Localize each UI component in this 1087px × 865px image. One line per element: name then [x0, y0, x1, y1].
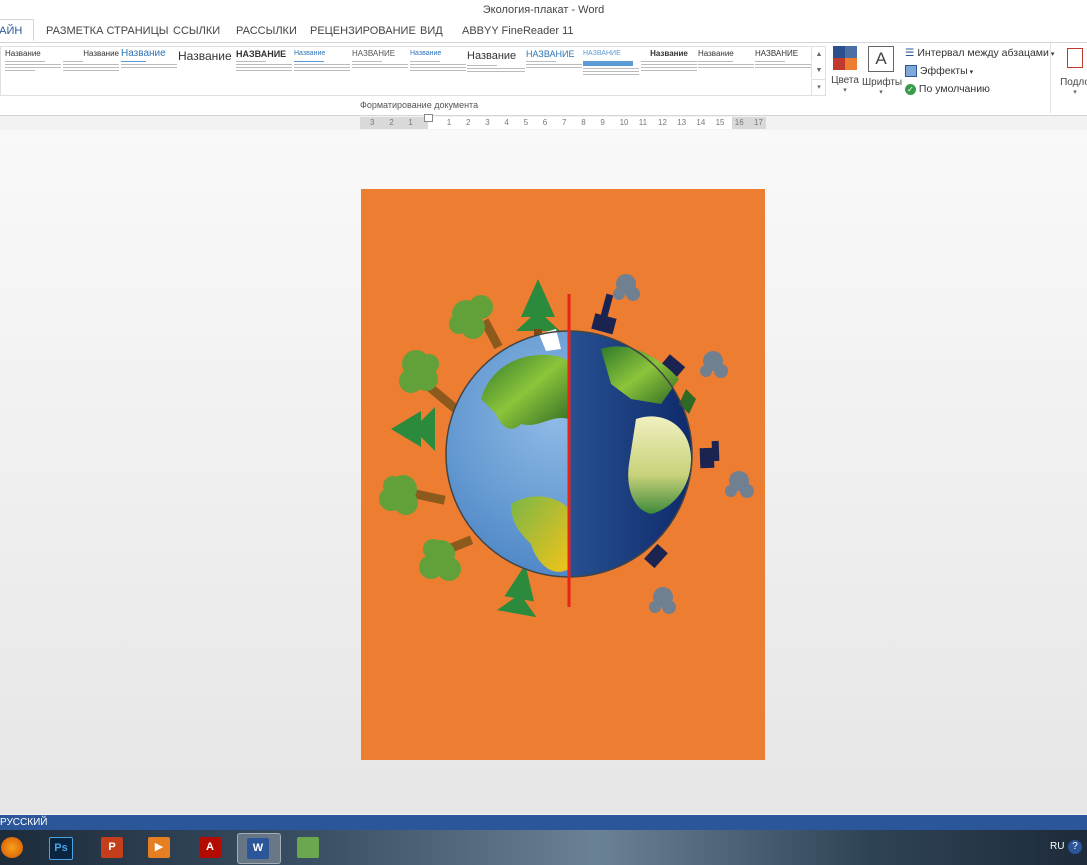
media-player-icon: ▶: [148, 837, 170, 858]
horizontal-ruler[interactable]: 3 2 1 1 2 3 4 5 6 7 8 9 10 11 12 13 14 15 16 17: [360, 114, 766, 129]
colors-icon: [833, 46, 857, 70]
style-option[interactable]: Название: [121, 49, 177, 93]
globe: [445, 329, 696, 578]
ruler-tick-label: 16: [734, 118, 744, 127]
ruler-tick-label: 3: [485, 118, 490, 127]
taskbar-media-player[interactable]: ▶: [139, 833, 181, 862]
gallery-scroll-down-icon[interactable]: ▼: [811, 63, 826, 78]
style-option[interactable]: Название: [467, 49, 525, 93]
ruler-tick-label: 7: [562, 118, 567, 127]
ruler-tick-label: 8: [581, 118, 586, 127]
taskbar-drawing-app[interactable]: [288, 833, 330, 862]
tab-view[interactable]: ВИД: [420, 20, 443, 42]
group-label: Форматирование документа: [360, 100, 479, 110]
ruler-tick-label: 1: [446, 118, 452, 127]
page-color-button[interactable]: Подло ▾: [1055, 45, 1087, 101]
style-option[interactable]: НАЗВАНИЕ: [583, 49, 639, 93]
ruler-tick-label: 12: [658, 118, 667, 127]
style-option[interactable]: Название: [5, 49, 61, 93]
effects-icon: [905, 65, 917, 78]
help-icon[interactable]: ?: [1068, 840, 1082, 854]
ecology-poster-illustration: [379, 274, 754, 618]
ruler-tick-label: 2: [466, 118, 471, 127]
taskbar-word[interactable]: W: [237, 833, 281, 864]
window-title: Экология-плакат - Word: [0, 0, 1087, 20]
word-icon: W: [247, 838, 269, 859]
indent-marker-icon[interactable]: [424, 114, 433, 122]
ruler-tick-label: 4: [504, 118, 509, 127]
style-option[interactable]: НАЗВАНИЕ: [352, 49, 408, 93]
ruler-tick-label: 13: [677, 118, 687, 127]
ruler-tick-label: 6: [542, 118, 548, 127]
ribbon-separator: [1050, 43, 1051, 113]
fonts-icon: A: [868, 46, 894, 72]
style-option[interactable]: НАЗВАНИЕ: [236, 49, 292, 93]
windows-taskbar: Ps P ▶ A W RU ?: [0, 830, 1087, 865]
tab-references[interactable]: ССЫЛКИ: [173, 20, 220, 42]
fonts-button[interactable]: A Шрифты ▾: [862, 45, 902, 101]
ribbon-tabs: ФАЙН РАЗМЕТКА СТРАНИЦЫ ССЫЛКИ РАССЫЛКИ Р…: [0, 19, 1087, 42]
tab-abbyy[interactable]: ABBYY FineReader 11: [462, 20, 574, 42]
style-gallery: Название Название Название Название НАЗВ…: [0, 46, 826, 96]
style-option[interactable]: Название: [410, 49, 466, 93]
ruler-tick-label: 5: [523, 118, 529, 127]
ruler-tick-label: 17: [754, 118, 763, 127]
taskbar-powerpoint[interactable]: P: [92, 833, 134, 862]
ruler-tick-label: 2: [389, 118, 394, 127]
taskbar-photoshop[interactable]: Ps: [40, 833, 82, 862]
status-bar: РУССКИЙ: [0, 815, 1087, 830]
paragraph-spacing-button[interactable]: ☰ Интервал между абзацами ▾: [905, 45, 1054, 61]
paragraph-spacing-icon: ☰: [905, 47, 915, 59]
firefox-icon: [1, 837, 23, 858]
ruler-tick-label: 15: [715, 118, 725, 127]
style-option[interactable]: Название: [698, 49, 754, 93]
style-option[interactable]: НАЗВАНИЕ: [526, 49, 582, 93]
taskbar-firefox[interactable]: [0, 833, 34, 862]
acrobat-icon: A: [199, 837, 221, 858]
set-as-default-button[interactable]: ✓ По умолчанию: [905, 81, 990, 97]
ruler-tick-label: 9: [600, 118, 605, 127]
tab-page-layout[interactable]: РАЗМЕТКА СТРАНИЦЫ: [46, 20, 168, 42]
drawing-app-icon: [297, 837, 319, 858]
checkmark-icon: ✓: [905, 83, 916, 95]
tab-file[interactable]: ФАЙН: [0, 19, 34, 41]
ruler-tick-label: 1: [408, 118, 413, 127]
style-option[interactable]: Название: [641, 49, 697, 93]
keyboard-language[interactable]: RU: [1050, 841, 1064, 852]
gallery-scroll-up-icon[interactable]: ▲: [811, 47, 826, 62]
document-page[interactable]: [361, 189, 765, 760]
tab-mailings[interactable]: РАССЫЛКИ: [236, 20, 297, 42]
taskbar-acrobat[interactable]: A: [190, 833, 232, 862]
ribbon: Название Название Название Название НАЗВ…: [0, 42, 1087, 116]
powerpoint-icon: P: [101, 837, 123, 858]
tab-review[interactable]: РЕЦЕНЗИРОВАНИЕ: [310, 20, 416, 42]
page-border-icon: [1067, 48, 1083, 68]
ruler-tick-label: 10: [619, 118, 629, 127]
ruler-tick-label: 11: [638, 118, 648, 127]
photoshop-icon: Ps: [49, 837, 73, 860]
style-option[interactable]: Название: [63, 49, 119, 93]
ruler-tick-label: 14: [696, 118, 706, 127]
style-option[interactable]: Название: [294, 49, 350, 93]
ruler-tick-label: 3: [370, 118, 375, 127]
language-indicator[interactable]: РУССКИЙ: [0, 817, 47, 828]
colors-button[interactable]: Цвета ▾: [828, 45, 862, 101]
style-option[interactable]: Название: [178, 49, 234, 93]
effects-button[interactable]: Эффекты ▾: [905, 63, 973, 79]
style-option[interactable]: НАЗВАНИЕ: [755, 49, 811, 93]
gallery-more-icon[interactable]: ▾: [811, 79, 826, 96]
